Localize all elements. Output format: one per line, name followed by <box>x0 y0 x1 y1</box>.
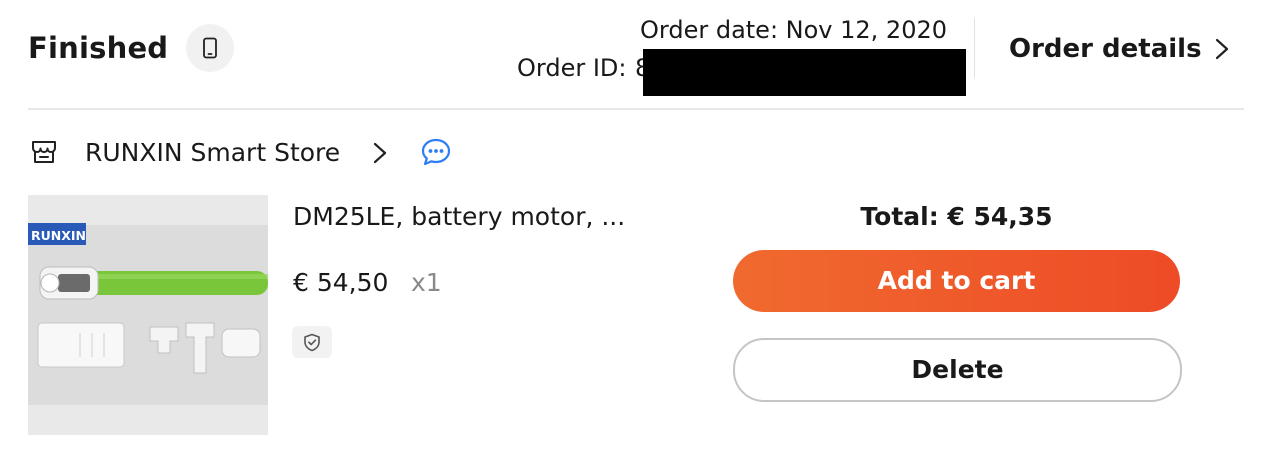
contact-phone-button[interactable] <box>186 24 234 72</box>
order-id-label: Order ID: <box>517 54 627 82</box>
chevron-right-icon[interactable] <box>1213 38 1231 60</box>
delete-order-button[interactable]: Delete <box>733 338 1182 402</box>
store-icon <box>32 141 56 163</box>
product-image-brand: RUNXIN <box>31 228 86 243</box>
order-details-link[interactable]: Order details <box>1009 31 1202 67</box>
order-status-title: Finished <box>28 31 169 65</box>
order-date: Order date: Nov 12, 2020 <box>640 16 948 44</box>
product-price: € 54,50 <box>293 268 389 297</box>
header-separator <box>28 108 1244 110</box>
product-name-link[interactable]: DM25LE, battery motor, ... <box>293 200 625 234</box>
buyer-protection-badge[interactable] <box>292 326 332 358</box>
shield-check-icon <box>304 333 320 352</box>
chevron-right-icon[interactable] <box>372 142 388 164</box>
store-name-link[interactable]: RUNXIN Smart Store <box>85 136 340 170</box>
chat-bubble-icon[interactable] <box>420 137 452 167</box>
product-image[interactable]: RUNXIN <box>28 195 268 435</box>
product-photo: RUNXIN <box>28 195 268 435</box>
header-divider <box>974 18 975 78</box>
add-to-cart-button[interactable]: Add to cart <box>733 250 1180 312</box>
mobile-phone-icon <box>203 37 217 59</box>
order-total: Total: € 54,35 <box>860 202 1053 231</box>
redaction-block <box>643 49 966 96</box>
product-quantity: x1 <box>411 268 442 297</box>
